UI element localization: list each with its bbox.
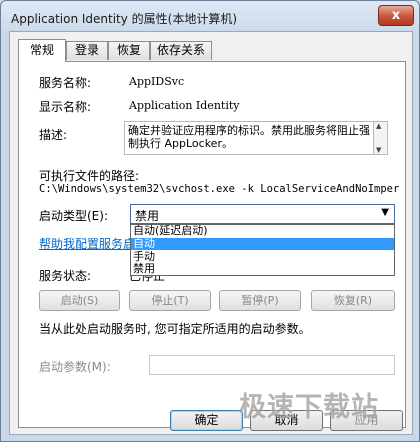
- tab-logon[interactable]: 登录: [66, 41, 108, 60]
- description-label: 描述:: [39, 128, 68, 142]
- scroll-down-icon[interactable]: ▼: [376, 146, 381, 154]
- startup-option-manual[interactable]: 手动: [131, 251, 394, 263]
- stop-button[interactable]: 停止(T): [129, 290, 211, 311]
- properties-dialog: Application Identity 的属性(本地计算机) x 常规 登录 …: [0, 0, 420, 442]
- startup-option-auto[interactable]: 自动: [131, 238, 394, 250]
- start-button[interactable]: 启动(S): [39, 290, 120, 311]
- display-name-value: Application Identity: [129, 99, 240, 112]
- startup-option-auto-delayed[interactable]: 自动(延迟启动): [131, 225, 394, 237]
- window-title: Application Identity 的属性(本地计算机): [11, 12, 238, 26]
- display-name-label: 显示名称:: [39, 100, 92, 114]
- close-button[interactable]: x: [378, 5, 414, 26]
- scroll-up-icon[interactable]: ▲: [376, 122, 381, 130]
- start-params-label: 启动参数(M):: [39, 360, 111, 374]
- ok-button[interactable]: 确定: [170, 410, 243, 431]
- start-params-hint: 当从此处启动服务时, 您可指定所适用的启动参数。: [39, 322, 311, 336]
- description-textbox[interactable]: 确定并验证应用程序的标识。禁用此服务将阻止强制执行 AppLocker。: [124, 121, 374, 155]
- startup-type-label: 启动类型(E):: [39, 209, 108, 223]
- dialog-client-area: 常规 登录 恢复 依存关系 服务名称: AppIDSvc 显示名称: Appli…: [9, 31, 413, 435]
- exe-path-label: 可执行文件的路径:: [39, 169, 140, 183]
- tab-general[interactable]: 常规: [18, 39, 66, 62]
- startup-type-value: 禁用: [135, 209, 160, 223]
- startup-type-select[interactable]: 禁用 ▼: [130, 204, 395, 224]
- pause-button[interactable]: 暂停(P): [219, 290, 301, 311]
- close-icon: x: [391, 8, 401, 23]
- description-text: 确定并验证应用程序的标识。禁用此服务将阻止强制执行 AppLocker。: [128, 124, 370, 150]
- description-scrollbar[interactable]: ▲ ▼: [373, 121, 388, 155]
- tab-recovery[interactable]: 恢复: [108, 41, 150, 60]
- start-params-input[interactable]: [149, 355, 395, 375]
- chevron-down-icon[interactable]: ▼: [381, 207, 389, 218]
- startup-option-disabled[interactable]: 禁用: [131, 263, 394, 275]
- exe-path-value: C:\Windows\system32\svchost.exe -k Local…: [39, 183, 399, 195]
- general-tab-panel: 服务名称: AppIDSvc 显示名称: Application Identit…: [18, 61, 406, 428]
- service-name-value: AppIDSvc: [129, 75, 185, 88]
- service-name-label: 服务名称:: [39, 76, 92, 90]
- tab-dependencies[interactable]: 依存关系: [150, 41, 212, 60]
- service-status-label: 服务状态:: [39, 269, 92, 283]
- watermark-logo: 极速下载站: [239, 392, 379, 423]
- startup-type-dropdown: 自动(延迟启动) 自动 手动 禁用: [130, 224, 395, 276]
- resume-button[interactable]: 恢复(R): [311, 290, 395, 311]
